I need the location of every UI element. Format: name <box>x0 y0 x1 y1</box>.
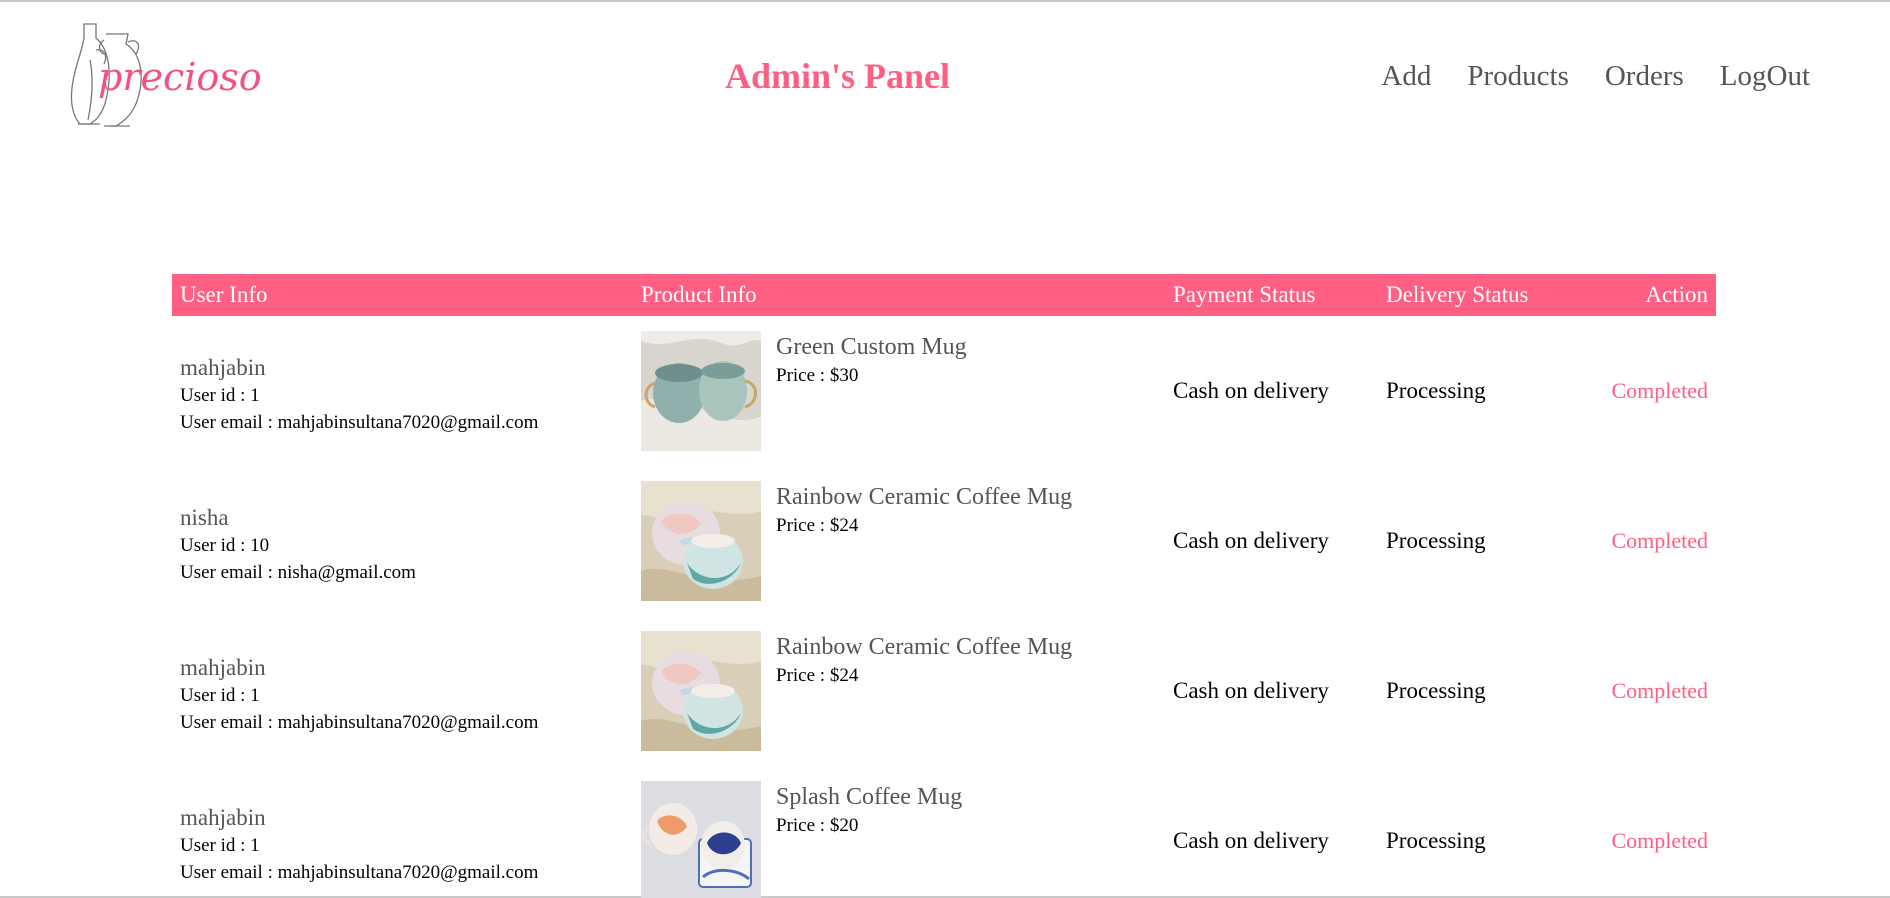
header-user-info: User Info <box>180 282 268 307</box>
user-name: nisha <box>180 505 229 530</box>
completed-action-link[interactable]: Completed <box>1611 828 1708 853</box>
product-name: Splash Coffee Mug <box>776 784 963 810</box>
brand-logo[interactable]: precioso <box>70 20 270 132</box>
completed-action-link[interactable]: Completed <box>1611 678 1708 703</box>
user-info-cell: nisha User id : 10 User email : nisha@gm… <box>172 496 641 586</box>
product-price: Price : $24 <box>776 665 859 686</box>
nav-orders[interactable]: Orders <box>1605 60 1684 93</box>
user-name: mahjabin <box>180 805 266 830</box>
top-nav: Add Products Orders LogOut <box>1381 60 1810 93</box>
table-row: mahjabin User id : 1 User email : mahjab… <box>172 616 1716 766</box>
header-payment-status: Payment Status <box>1173 282 1316 307</box>
table-row: nisha User id : 10 User email : nisha@gm… <box>172 466 1716 616</box>
product-info-cell: Rainbow Ceramic Coffee Mug Price : $24 <box>641 631 1173 751</box>
table-header: User Info Product Info Payment Status De… <box>172 274 1716 316</box>
product-name: Green Custom Mug <box>776 334 967 360</box>
product-info-cell: Rainbow Ceramic Coffee Mug Price : $24 <box>641 481 1173 601</box>
admin-page: precioso Admin's Panel Add Products Orde… <box>0 0 1890 898</box>
product-info-cell: Green Custom Mug Price : $30 <box>641 331 1173 451</box>
green-mugs-image <box>641 331 761 451</box>
user-id: User id : 10 <box>180 535 270 556</box>
product-price: Price : $24 <box>776 515 859 536</box>
rainbow-mugs-image <box>641 631 761 751</box>
user-email: User email : mahjabinsultana7020@gmail.c… <box>180 412 539 433</box>
nav-logout[interactable]: LogOut <box>1720 60 1810 93</box>
page-title: Admin's Panel <box>725 56 951 96</box>
table-row: mahjabin User id : 1 User email : mahjab… <box>172 316 1716 466</box>
user-info-cell: mahjabin User id : 1 User email : mahjab… <box>172 646 641 736</box>
user-name: mahjabin <box>180 655 266 680</box>
user-id: User id : 1 <box>180 685 260 706</box>
user-info-cell: mahjabin User id : 1 User email : mahjab… <box>172 346 641 436</box>
product-name: Rainbow Ceramic Coffee Mug <box>776 634 1073 660</box>
payment-status: Cash on delivery <box>1173 678 1329 703</box>
user-email: User email : mahjabinsultana7020@gmail.c… <box>180 712 539 733</box>
header-delivery-status: Delivery Status <box>1386 282 1529 307</box>
user-id: User id : 1 <box>180 835 260 856</box>
delivery-status: Processing <box>1386 828 1486 853</box>
splash-mugs-image <box>641 781 761 898</box>
delivery-status: Processing <box>1386 378 1486 403</box>
table-row: mahjabin User id : 1 User email : mahjab… <box>172 766 1716 898</box>
vase-logo-icon: precioso <box>70 23 262 127</box>
product-price: Price : $20 <box>776 815 859 836</box>
orders-table: User Info Product Info Payment Status De… <box>172 274 1716 898</box>
payment-status: Cash on delivery <box>1173 528 1329 553</box>
completed-action-link[interactable]: Completed <box>1611 528 1708 553</box>
header-action: Action <box>1645 282 1708 307</box>
product-name: Rainbow Ceramic Coffee Mug <box>776 484 1073 510</box>
product-price: Price : $30 <box>776 365 859 386</box>
nav-products[interactable]: Products <box>1467 60 1569 93</box>
user-name: mahjabin <box>180 355 266 380</box>
rainbow-mugs-image <box>641 481 761 601</box>
payment-status: Cash on delivery <box>1173 378 1329 403</box>
delivery-status: Processing <box>1386 528 1486 553</box>
user-email: User email : mahjabinsultana7020@gmail.c… <box>180 862 539 883</box>
nav-add[interactable]: Add <box>1381 60 1431 93</box>
payment-status: Cash on delivery <box>1173 828 1329 853</box>
user-info-cell: mahjabin User id : 1 User email : mahjab… <box>172 796 641 886</box>
header-product-info: Product Info <box>641 282 757 307</box>
delivery-status: Processing <box>1386 678 1486 703</box>
user-id: User id : 1 <box>180 385 260 406</box>
completed-action-link[interactable]: Completed <box>1611 378 1708 403</box>
logo-wordmark: precioso <box>98 55 262 99</box>
product-info-cell: Splash Coffee Mug Price : $20 <box>641 781 1173 898</box>
user-email: User email : nisha@gmail.com <box>180 562 416 583</box>
